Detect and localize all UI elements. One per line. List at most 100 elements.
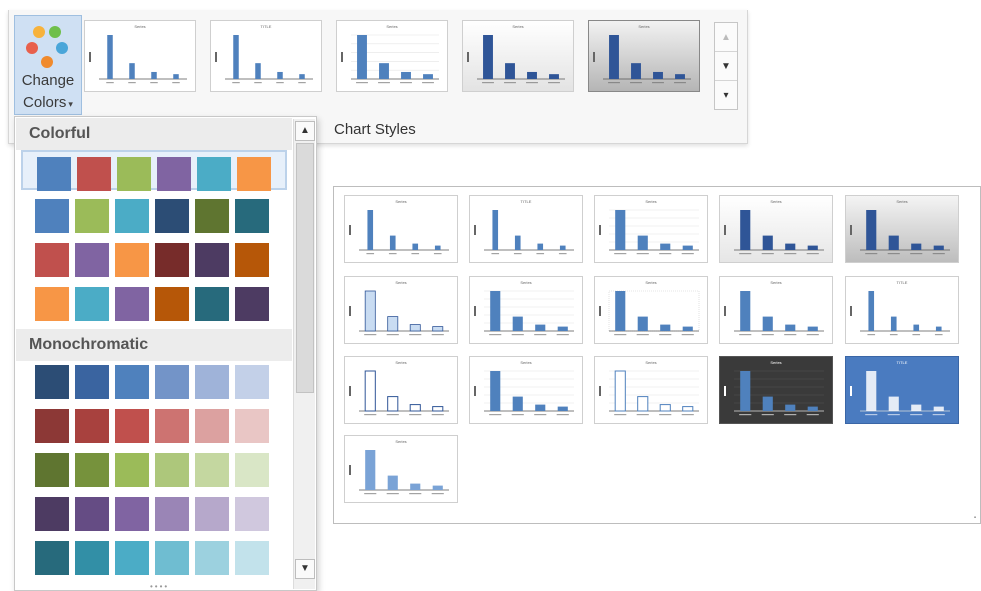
bar [535, 404, 546, 411]
y-axis-title [850, 386, 852, 396]
color-swatch [235, 497, 269, 531]
color-scheme-row[interactable] [21, 492, 287, 532]
x-tick-label [630, 82, 642, 84]
thumb-title: Series [395, 360, 406, 365]
chart-style-thumbnail[interactable]: Series [336, 20, 448, 92]
bar [615, 210, 626, 250]
chart-style-option[interactable]: TITLE [845, 356, 959, 424]
chart-style-option[interactable]: Series [344, 276, 458, 344]
bar [659, 404, 671, 412]
color-swatch [235, 287, 269, 321]
chart-style-option[interactable]: Series [594, 276, 708, 344]
color-scheme-row[interactable] [21, 448, 287, 488]
x-tick-label [386, 334, 399, 336]
color-swatch [35, 453, 69, 487]
color-scheme-row[interactable] [21, 238, 287, 278]
chart-style-option[interactable]: Series [845, 195, 959, 263]
chart-thumbnail-svg: Series [349, 280, 449, 336]
chart-style-option[interactable]: Series [469, 356, 583, 424]
color-scheme-row[interactable] [21, 282, 287, 322]
x-tick-label [865, 253, 878, 255]
chart-style-option[interactable]: Series [719, 195, 833, 263]
gallery-scroll: ▲ ▼ ▾ [714, 22, 738, 110]
scrollbar-thumb[interactable] [296, 143, 314, 393]
panel-resize-corner[interactable]: ▪ [974, 515, 976, 521]
change-colors-button[interactable]: Change Colors ▾ [14, 15, 82, 115]
gallery-more-button[interactable]: ▾ [715, 81, 737, 110]
color-swatch [195, 287, 229, 321]
chart-style-option[interactable]: Series [719, 356, 833, 424]
chart-style-thumbnail[interactable]: Series [84, 20, 196, 92]
x-tick-label [761, 334, 774, 336]
color-scheme-row[interactable] [21, 360, 287, 400]
chart-style-option[interactable]: Series [594, 356, 708, 424]
chart-style-option[interactable]: Series [344, 195, 458, 263]
bar [483, 35, 493, 79]
chart-style-option[interactable]: TITLE [845, 276, 959, 344]
x-tick-label [659, 414, 672, 416]
x-tick-label [887, 414, 900, 416]
x-tick-label [386, 493, 399, 495]
x-tick-label [556, 414, 569, 416]
chart-thumbnail-svg: Series [349, 439, 449, 495]
chart-thumbnail-svg: Series [341, 24, 439, 84]
thumb-title: Series [395, 280, 406, 285]
color-scheme-row[interactable] [21, 150, 287, 191]
color-swatch [115, 541, 149, 575]
bar [557, 326, 568, 331]
chart-style-option[interactable]: Series [344, 356, 458, 424]
change-colors-label-2: Colors ▾ [15, 94, 81, 111]
y-axis-title [599, 306, 601, 316]
chart-style-option[interactable]: TITLE [469, 195, 583, 263]
x-tick-label [409, 414, 422, 416]
gallery-scroll-up-button[interactable]: ▲ [715, 23, 737, 52]
x-tick-label [513, 253, 522, 255]
bar [785, 404, 796, 411]
y-axis-title [599, 386, 601, 396]
chart-styles-panel: ▪ Series TITLE Series Series Series Series Ser… [333, 186, 981, 524]
y-axis-title [850, 225, 852, 235]
color-scheme-row[interactable] [21, 404, 287, 444]
x-tick-label [536, 253, 545, 255]
bar [299, 74, 305, 79]
scroll-down-icon[interactable]: ▼ [295, 559, 315, 579]
x-tick-label [504, 82, 516, 84]
thumb-title: Series [645, 360, 656, 365]
color-swatch [115, 453, 149, 487]
y-axis-title [349, 225, 351, 235]
scroll-up-icon[interactable]: ▲ [295, 121, 315, 141]
chart-thumbnail-svg: TITLE [474, 199, 574, 255]
app-root: Change Colors ▾ Series TITLE Series Series Se… [0, 0, 981, 591]
color-swatch [115, 287, 149, 321]
chart-style-option[interactable]: Series [719, 276, 833, 344]
thumb-title: Series [645, 280, 656, 285]
thumb-title: Series [395, 439, 406, 444]
x-tick-label [659, 334, 672, 336]
thumb-title: Series [770, 199, 781, 204]
change-colors-dropdown: Colorful Monochromatic ▲ ▼ •••• [14, 116, 317, 591]
chart-thumbnail-svg: TITLE [850, 360, 950, 416]
gallery-scroll-down-button[interactable]: ▼ [715, 52, 737, 81]
chart-style-thumbnail[interactable]: TITLE [210, 20, 322, 92]
bar [631, 63, 641, 79]
bar [255, 63, 261, 79]
bar [412, 243, 419, 250]
x-tick-label [364, 493, 377, 495]
resize-grip[interactable]: •••• [150, 582, 169, 590]
chart-style-option[interactable]: Series [594, 195, 708, 263]
chart-style-option[interactable]: Series [469, 276, 583, 344]
chart-style-option[interactable]: Series [344, 435, 458, 503]
color-scheme-row[interactable] [21, 536, 287, 576]
chart-thumbnail-svg: Series [599, 360, 699, 416]
dropdown-arrow-icon: ▾ [68, 99, 73, 109]
dropdown-scrollbar[interactable]: ▲ ▼ [293, 119, 315, 589]
x-tick-label [761, 253, 774, 255]
chart-style-thumbnail[interactable]: Series [588, 20, 700, 92]
x-tick-label [659, 253, 672, 255]
chart-style-thumbnail[interactable]: Series [462, 20, 574, 92]
x-tick-label [378, 82, 390, 84]
bar [911, 243, 922, 250]
color-scheme-row[interactable] [21, 194, 287, 234]
bar [233, 35, 239, 79]
bar [890, 316, 897, 331]
